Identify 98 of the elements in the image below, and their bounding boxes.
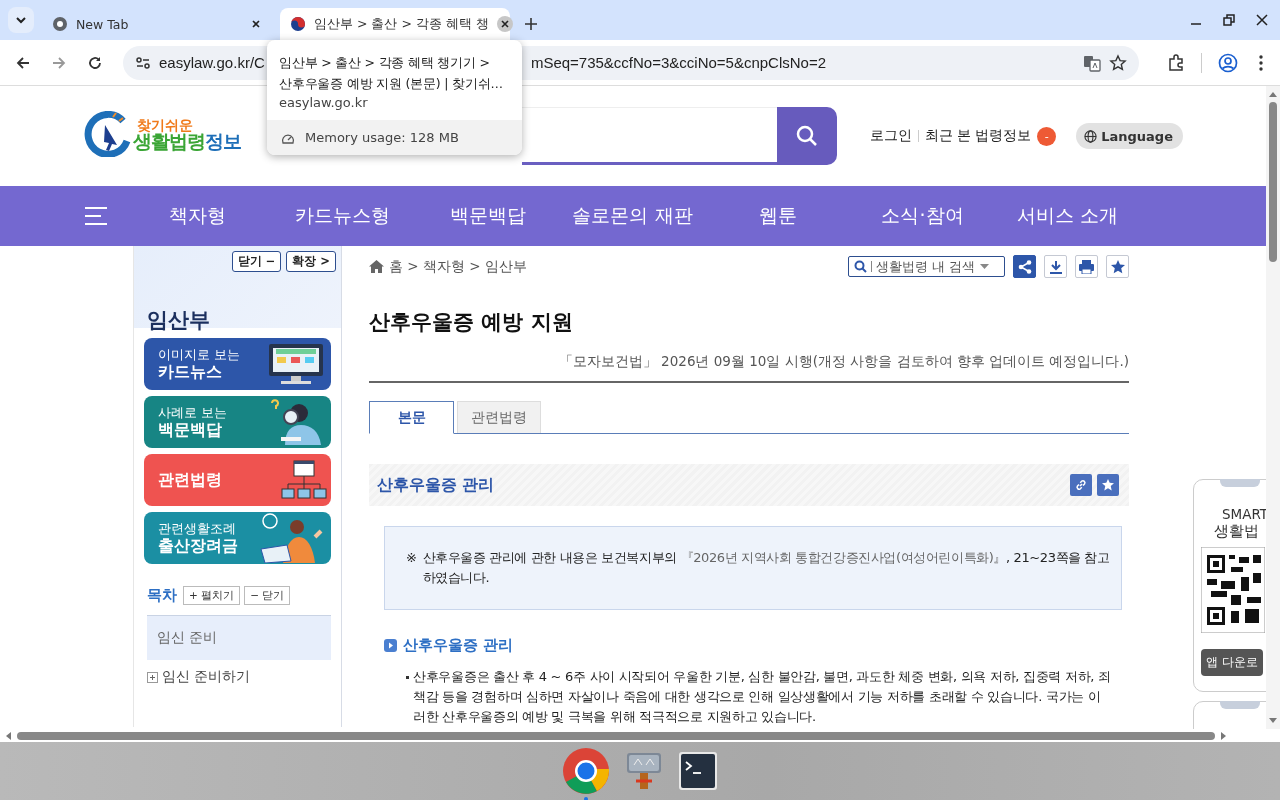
quick-link-card[interactable]: 관련생활조례 출산장려금 (144, 512, 331, 564)
share-icon (1017, 259, 1032, 274)
tab-title-text: 임산부 > 출산 > 각종 혜택 챙기기 > (279, 54, 491, 72)
extensions-icon[interactable] (1167, 53, 1185, 72)
taegeuk-icon (290, 16, 306, 32)
star-icon (1110, 259, 1125, 274)
logo-text: 생활법령정보 (133, 131, 241, 151)
sidebar-title: 임산부 (147, 307, 211, 334)
logo-swirl-icon (83, 111, 131, 157)
back-icon[interactable] (15, 54, 31, 71)
star-icon[interactable] (1109, 53, 1127, 72)
content-tab[interactable]: 본문 (369, 401, 454, 434)
toc-button[interactable]: + 펼치기 (183, 586, 241, 605)
forward-icon[interactable] (51, 54, 67, 71)
expand-icon[interactable] (147, 671, 158, 683)
home-icon[interactable] (369, 260, 384, 273)
share-button[interactable] (1013, 255, 1036, 278)
print-button[interactable] (1075, 255, 1098, 278)
content-search-field[interactable]: 생활법령 내 검색 (848, 256, 1005, 277)
bullet-icon (406, 676, 409, 679)
browser-tab[interactable]: New Tab (42, 8, 272, 40)
scroll-down-arrow-icon[interactable] (1269, 718, 1277, 723)
reference-mark: ※ (406, 549, 417, 567)
close-icon[interactable] (496, 16, 513, 32)
new-tab-icon[interactable] (524, 17, 538, 31)
quick-link-card[interactable]: 사례로 보는 백문백답 (144, 396, 331, 448)
memory-usage-text: Memory usage: 128 MB (305, 130, 459, 145)
header-link[interactable]: 로그인 (869, 127, 912, 145)
nav-item[interactable]: 웹툰 (705, 203, 850, 229)
scroll-thumb[interactable] (17, 731, 1215, 740)
notice-text: 산후우울증 관리에 관한 내용은 보건복지부의 『2026년 지역사회 통합건강증진사업(여성어린이특화)』, 21~23쪽을 참고하였습니다. (422, 549, 1111, 587)
profile-icon[interactable] (1218, 52, 1238, 73)
search-icon (795, 124, 819, 148)
restore-icon[interactable] (1223, 14, 1235, 26)
bookmark-button[interactable] (1097, 474, 1119, 496)
content-tab[interactable]: 관련법령 (457, 401, 541, 433)
handle-bar[interactable] (1220, 701, 1260, 709)
page-title: 산후우울증 예방 지원 (369, 309, 574, 336)
header-link[interactable]: 최근 본 법령정보 (924, 127, 1032, 145)
bookmark-button[interactable] (1106, 255, 1129, 278)
nav-item[interactable]: 서비스 소개 (995, 203, 1140, 229)
nav-item[interactable]: 카드뉴스형 (270, 203, 415, 229)
sidebar-toggle-button[interactable]: 확장 > (286, 251, 336, 272)
search-button[interactable] (777, 107, 837, 165)
body-paragraph: 산후우울증은 출산 후 4 ~ 6주 사이 시작되어 우울한 기분, 심한 불안감, 불면, 과도한 체중 변화, 의욕 저하, 집중력 저하, 죄책감 등을 경험하며 심하면 자살이나 죽음에 대한 생각으로 인해 일상생활에서 기능 저하를 초래할 수 있습니다. 국가는 이러한 산후우울증의 예방 및 극복을 위해 적극적으로 지원하고 있습니다. (413, 668, 1112, 726)
nav-item[interactable]: 백문백답 (415, 203, 560, 229)
nav-item[interactable]: 소식·참여 (850, 203, 995, 229)
translate-icon[interactable] (1083, 53, 1101, 72)
nav-item[interactable]: 책자형 (125, 203, 270, 229)
nav-item[interactable]: 솔로몬의 재판 (560, 203, 705, 229)
search-icon (854, 260, 867, 273)
handle-bar[interactable] (1220, 479, 1260, 487)
quick-link-card[interactable]: 관련법령 (144, 454, 331, 506)
scroll-right-arrow-icon[interactable] (1221, 731, 1226, 740)
logo-tagline: 찾기쉬운 (137, 117, 193, 132)
tab-search-button[interactable] (8, 7, 34, 33)
tab-host-text: easylaw.go.kr (279, 95, 369, 110)
star-icon (1102, 479, 1114, 491)
scroll-up-arrow-icon[interactable] (1269, 92, 1277, 97)
scroll-left-arrow-icon[interactable] (6, 731, 11, 740)
link-button[interactable] (1070, 474, 1092, 496)
menu-icon[interactable] (1258, 53, 1264, 72)
site-settings-icon[interactable] (135, 54, 151, 71)
browser-tab[interactable]: 임산부 > 출산 > 각종 혜택 챙 (280, 8, 510, 40)
download-icon (1048, 259, 1063, 274)
breadcrumb: 홈 > 책자형 > 임산부 (389, 257, 527, 276)
toc-section[interactable]: 임신 준비 (147, 615, 331, 660)
caret-icon (15, 16, 27, 24)
widget-title: 생활법 (1214, 522, 1260, 541)
scroll-thumb[interactable] (1269, 102, 1277, 262)
url-text: easylaw.go.kr/C (159, 54, 265, 71)
printer-icon (1079, 259, 1094, 274)
count-badge: - (1037, 126, 1057, 146)
subsection-heading: 산후우울증 관리 (403, 636, 514, 655)
globe-icon (1084, 129, 1098, 143)
play-square-icon (384, 639, 397, 652)
close-icon[interactable] (1256, 14, 1268, 26)
section-heading: 산후우울증 관리 (377, 474, 495, 496)
toc-item[interactable]: 임신 준비하기 (162, 668, 251, 686)
site-logo[interactable]: 찾기쉬운 생활법령정보 (83, 111, 241, 157)
chrome-icon (52, 16, 68, 32)
widget-title: SMART (1222, 506, 1270, 522)
vertical-scrollbar[interactable] (1266, 86, 1280, 729)
download-button[interactable] (1044, 255, 1067, 278)
link-icon (1075, 479, 1087, 491)
app-download-button[interactable]: 앱 다운로 (1201, 649, 1263, 676)
quick-link-card[interactable]: 이미지로 보는 카드뉴스 (144, 338, 331, 390)
org-chart-icon (281, 460, 327, 500)
url-text: mSeq=735&ccfNo=3&cciNo=5&cnpClsNo=2 (530, 54, 827, 71)
caret-icon (980, 264, 989, 269)
terminal-icon[interactable] (678, 751, 718, 791)
toc-title: 목차 (147, 586, 177, 605)
law-effective-date-note: 「모자보건법」 2026년 09월 10일 시행(개정 사항을 검토하여 향후 업데이트 예정입니다.) (369, 353, 1129, 383)
language-button[interactable]: Language (1076, 123, 1183, 149)
reload-icon[interactable] (87, 54, 103, 71)
sidebar-toggle-button[interactable]: 닫기 − (231, 251, 282, 272)
chrome-icon[interactable] (562, 747, 610, 795)
toc-button[interactable]: − 닫기 (244, 586, 291, 605)
